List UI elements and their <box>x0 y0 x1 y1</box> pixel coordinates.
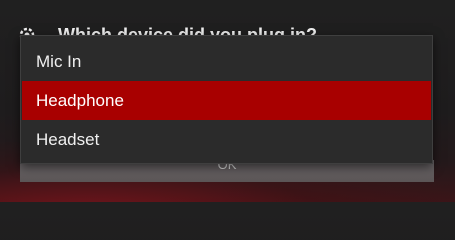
option-mic-in[interactable]: Mic In <box>22 42 431 81</box>
option-label: Headset <box>36 129 100 149</box>
device-dropdown-list[interactable]: Mic In Headphone Headset <box>20 35 433 164</box>
option-label: Mic In <box>36 51 82 71</box>
option-headphone[interactable]: Headphone <box>22 81 431 120</box>
option-headset[interactable]: Headset <box>22 120 431 159</box>
option-label: Headphone <box>36 90 124 110</box>
